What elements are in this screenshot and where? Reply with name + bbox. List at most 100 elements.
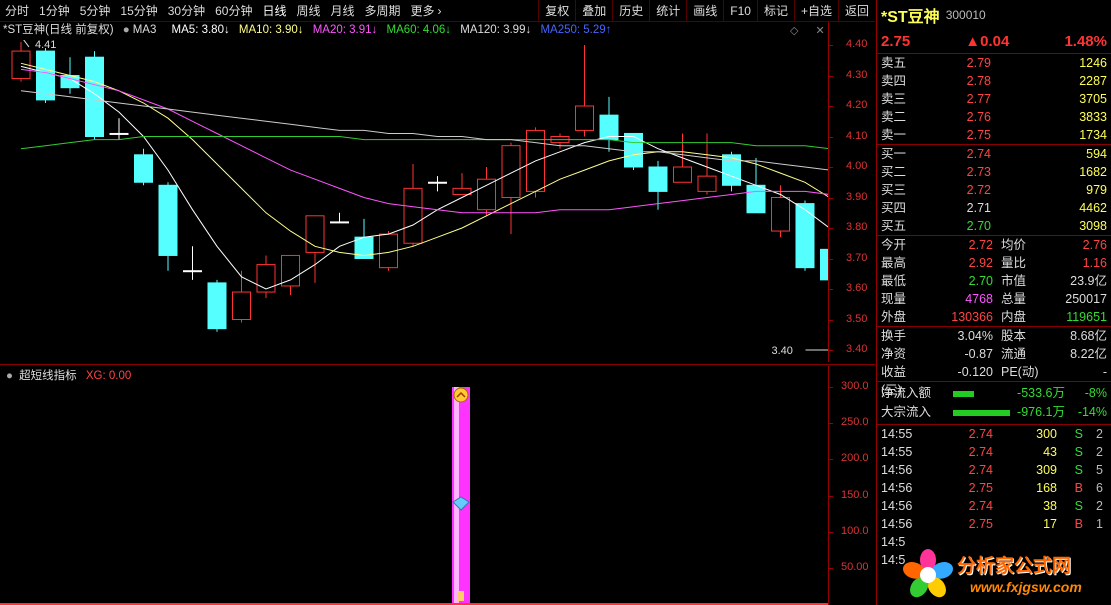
diamond-icon[interactable]: ◇: [790, 25, 798, 37]
settings-dot-icon[interactable]: ●: [123, 24, 130, 36]
period-tab-5[interactable]: 60分钟: [210, 0, 257, 22]
candle-body: [648, 166, 668, 192]
candle-body: [305, 215, 325, 253]
bids-row[interactable]: 买三 2.72 979: [881, 181, 1107, 199]
asks-label: 卖三: [881, 92, 907, 106]
price-tick-label: 3.50: [846, 312, 868, 325]
flow-value: -976.1万: [1017, 405, 1065, 419]
period-tab-4[interactable]: 30分钟: [163, 0, 210, 22]
indicator-title-bar: ● 超短线指标 XG: 0.00: [6, 369, 131, 384]
indicator-chart[interactable]: [0, 385, 828, 605]
stat-label: 流通: [1001, 347, 1027, 361]
tick-side: S: [1074, 463, 1083, 477]
price-tick-label: 4.10: [846, 129, 868, 142]
close-icon[interactable]: ✕: [816, 25, 825, 37]
indicator-xg: XG: 0.00: [85, 370, 132, 382]
chevron-right-icon: ›: [437, 3, 442, 18]
toolbar-button-2[interactable]: 历史: [612, 0, 649, 22]
asks-price: 2.77: [966, 92, 991, 106]
period-tab-7[interactable]: 周线: [291, 0, 325, 22]
ask-book: 卖五 2.79 1246 卖四 2.78 2287 卖三 2.77 3705 卖二 2.76 3833…: [877, 54, 1111, 145]
candlestick-chart[interactable]: 4.41 3.40: [0, 40, 828, 362]
price-tick-label: 3.70: [846, 251, 868, 264]
toolbar-actions: 复权 叠加 历史 统计 画线 F10 标记 +自选 返回: [538, 0, 875, 22]
stock-name: *ST豆神: [881, 9, 940, 26]
bids-price: 2.70: [966, 219, 991, 233]
ma3-label[interactable]: ● MA3: [123, 24, 163, 36]
candle-body: [281, 254, 300, 287]
candle-body: [158, 184, 178, 256]
tick-price: 2.74: [968, 445, 993, 459]
period-tab-6[interactable]: 日线: [257, 0, 291, 22]
price-tick: [829, 45, 833, 46]
indicator-name[interactable]: 超短线指标: [19, 370, 77, 382]
tick-time: 14:56: [881, 499, 913, 513]
stat-label: 换手: [881, 329, 907, 343]
toolbar-button-5[interactable]: F10: [723, 0, 757, 22]
period-tab-0[interactable]: 分时: [0, 0, 34, 22]
toolbar-button-1[interactable]: 叠加: [575, 0, 612, 22]
tick-time: 14:55: [881, 445, 913, 459]
ma250-value: MA250: 5.29↑: [540, 24, 612, 36]
bids-row[interactable]: 买二 2.73 1682: [881, 163, 1107, 181]
stock-terminal-window: 分时 1分钟 5分钟 15分钟 30分钟 60分钟 日线 周线 月线 多周期 更多 › 复权 叠加 历史 统计…: [0, 0, 1111, 605]
stat-value: -: [1102, 365, 1107, 379]
quote-panel: *ST豆神 300010 2.75 ▲0.04 1.48% 卖五 2.79 1246…: [876, 0, 1111, 605]
tick-time: 14:55: [881, 427, 913, 441]
period-tab-8[interactable]: 月线: [326, 0, 360, 22]
bids-label: 买五: [881, 219, 907, 233]
indicator-tick: [829, 531, 833, 533]
price-tick: [829, 167, 833, 168]
price-tick: [829, 350, 833, 351]
candle-body: [477, 178, 496, 211]
asks-row[interactable]: 卖四 2.78 2287: [881, 72, 1107, 90]
stats-block: 今开 2.72 均价 2.76 最高 2.92 量比 1.16 最低 2.70 市值 23.9亿 现量 4…: [877, 236, 1111, 327]
period-tab-3[interactable]: 15分钟: [115, 0, 162, 22]
period-tab-1[interactable]: 1分钟: [34, 0, 75, 22]
stock-title[interactable]: *ST豆神(日线 前复权): [3, 24, 114, 36]
candle-body: [428, 181, 447, 184]
toolbar-button-7[interactable]: +自选: [793, 0, 838, 22]
toolbar-button-8[interactable]: 返回: [837, 0, 875, 22]
bids-row[interactable]: 买五 2.70 3098: [881, 217, 1107, 235]
period-tab-9[interactable]: 多周期: [360, 0, 406, 22]
asks-price: 2.78: [966, 74, 991, 88]
tick-price: 2.75: [968, 517, 993, 531]
tick-volume: 43: [1043, 445, 1057, 459]
stat-value: 2.70: [968, 274, 993, 288]
toolbar-button-3[interactable]: 统计: [649, 0, 686, 22]
hand-cursor-icon: [458, 591, 464, 601]
bids-row[interactable]: 买一 2.74 594: [881, 145, 1107, 163]
tick-price: 2.75: [968, 481, 993, 495]
ma20-value: MA20: 3.91↓: [312, 24, 378, 36]
asks-volume: 1734: [1079, 128, 1107, 142]
price-change-pct: 1.48%: [1064, 33, 1107, 50]
stat-label: 收益(三): [881, 365, 907, 397]
tick-side: S: [1074, 445, 1083, 459]
price-summary: 2.75 ▲0.04 1.48%: [877, 30, 1111, 54]
candle-body: [624, 132, 643, 168]
stat-label: 量比: [1001, 256, 1027, 270]
stat-value: -0.120: [957, 365, 993, 379]
asks-row[interactable]: 卖一 2.75 1734: [881, 126, 1107, 144]
period-tab-10[interactable]: 更多 ›: [406, 0, 447, 22]
toolbar-button-6[interactable]: 标记: [756, 0, 794, 22]
settings-dot-icon[interactable]: ●: [6, 370, 13, 382]
price-tick: [829, 319, 833, 321]
logo-text: 分析家公式网: [957, 556, 1072, 577]
stat-value: 23.9亿: [1070, 274, 1107, 288]
asks-row[interactable]: 卖五 2.79 1246: [881, 54, 1107, 72]
asks-row[interactable]: 卖二 2.76 3833: [881, 108, 1107, 126]
period-tab-2[interactable]: 5分钟: [75, 0, 116, 22]
bids-volume: 979: [1086, 183, 1107, 197]
asks-row[interactable]: 卖三 2.77 3705: [881, 90, 1107, 108]
bids-row[interactable]: 买四 2.71 4462: [881, 199, 1107, 217]
toolbar-button-4[interactable]: 画线: [686, 0, 723, 22]
bids-price: 2.72: [966, 183, 991, 197]
tick-row: 14:56 2.75 168 B 6: [877, 479, 1111, 497]
candle-body: [232, 291, 251, 321]
toolbar-button-0[interactable]: 复权: [538, 0, 575, 22]
candle-body: [771, 197, 790, 232]
stat-value: 130366: [951, 310, 993, 324]
candle-body: [207, 282, 227, 330]
